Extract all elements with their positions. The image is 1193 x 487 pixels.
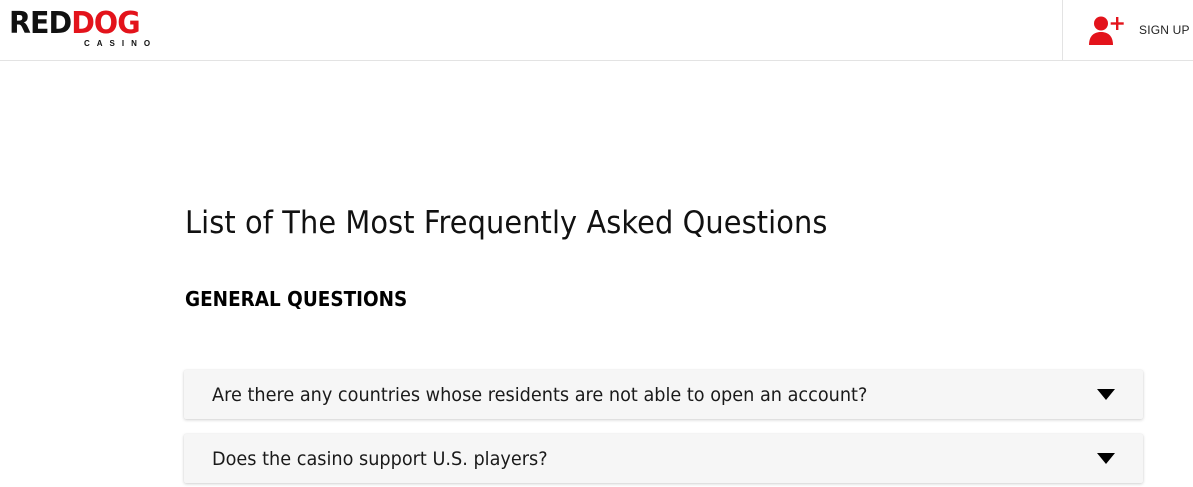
site-header: REDDOG CASINO SIGN UP <box>0 0 1193 61</box>
page-title: List of The Most Frequently Asked Questi… <box>185 205 828 241</box>
add-user-icon <box>1089 16 1124 45</box>
logo-subtitle: CASINO <box>84 39 158 48</box>
sign-up-button[interactable]: SIGN UP <box>1086 14 1190 46</box>
logo-text-red: RED <box>9 6 72 41</box>
logo-text-dog: DOG <box>71 6 140 41</box>
sign-up-label: SIGN UP <box>1139 23 1190 37</box>
faq-question: Does the casino support U.S. players? <box>212 448 548 470</box>
faq-question: Are there any countries whose residents … <box>212 384 868 406</box>
faq-item-us-players[interactable]: Does the casino support U.S. players? <box>184 434 1143 483</box>
caret-down-icon <box>1097 389 1115 400</box>
caret-down-icon <box>1097 453 1115 464</box>
logo-wordmark: REDDOG <box>9 6 141 41</box>
header-divider <box>1062 0 1063 61</box>
faq-item-countries[interactable]: Are there any countries whose residents … <box>184 370 1143 419</box>
reddog-casino-logo[interactable]: REDDOG CASINO <box>9 9 159 51</box>
section-title-general-questions: GENERAL QUESTIONS <box>185 287 408 311</box>
